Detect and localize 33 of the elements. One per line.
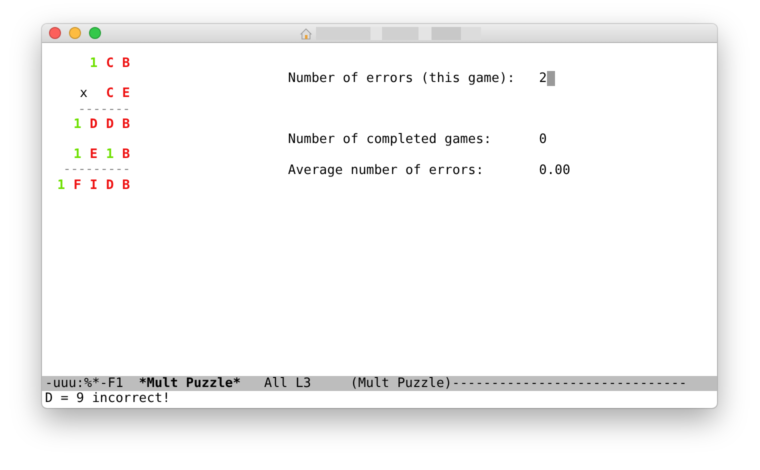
puzzle-letter: B [122,116,130,132]
text-cursor [546,71,555,86]
echo-message: D = 9 incorrect! [44,391,172,408]
puzzle-digit: 1 [57,178,66,193]
home-icon [300,28,312,40]
minimize-button[interactable] [69,27,81,39]
puzzle-letter: C [106,56,114,72]
close-button[interactable] [49,27,61,39]
puzzle-letter: B [122,178,130,193]
stat-value: 0 [539,132,547,148]
stat-label: Average number of errors: [288,162,485,178]
stat-value: 2 [539,71,547,86]
puzzle-digit: 1 [74,147,82,162]
zoom-button[interactable] [89,27,101,39]
rule-line: --------- [63,162,130,178]
puzzle-letter: F [74,178,82,193]
puzzle-letter: D [106,178,114,193]
rule-line: ------- [78,102,130,117]
puzzle-letter: D [90,116,98,132]
puzzle-digit: 1 [74,116,82,132]
puzzle-digit: 1 [90,56,98,72]
stat-label: Number of completed games: [288,132,492,148]
stat-value: 0.00 [539,162,570,178]
puzzle-operator: x [80,86,88,102]
stat-label: Number of errors (this game): [288,71,516,86]
puzzle-letter: B [122,56,130,72]
puzzle-letter: E [122,86,130,102]
puzzle-letter: B [122,147,130,162]
puzzle-digit: 1 [106,147,114,162]
puzzle-letter: I [90,178,98,193]
puzzle-letter: C [106,86,114,102]
puzzle-letter: D [106,116,114,132]
puzzle-letter: E [90,147,98,162]
